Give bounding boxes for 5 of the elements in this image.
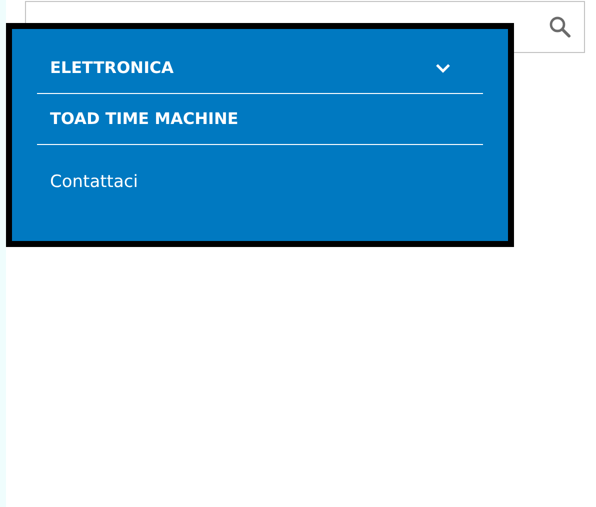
menu-category-link[interactable]: TOAD TIME MACHINE bbox=[50, 107, 238, 131]
search-icon[interactable] bbox=[548, 15, 572, 39]
chevron-down-icon[interactable] bbox=[435, 63, 451, 73]
menu-link[interactable]: Contattaci bbox=[50, 170, 138, 196]
menu-category-link[interactable]: ELETTRONICA bbox=[50, 56, 174, 80]
